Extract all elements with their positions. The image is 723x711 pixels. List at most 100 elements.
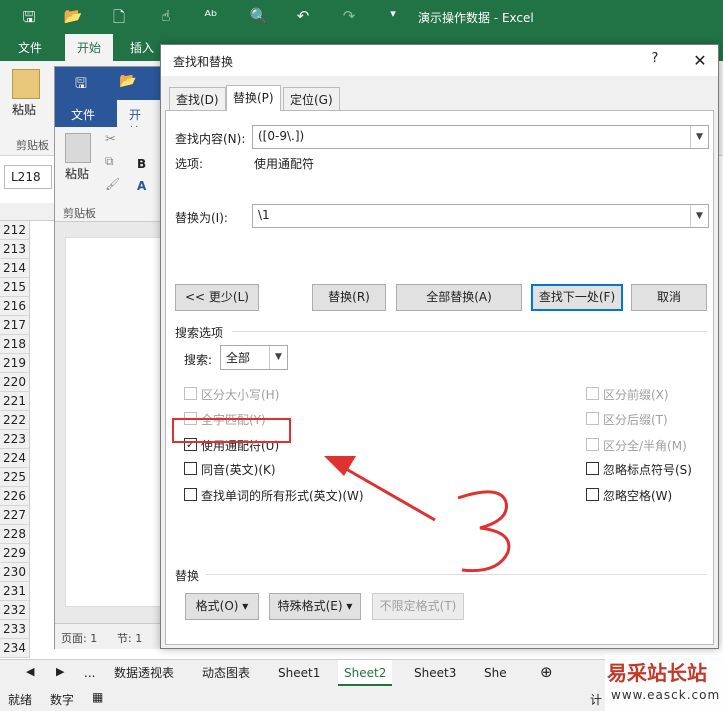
spelling-icon[interactable]: ᴬᵇ bbox=[200, 7, 222, 25]
checkbox[interactable] bbox=[586, 462, 599, 475]
chevron-down-icon[interactable]: ▼ bbox=[269, 346, 287, 369]
row-header[interactable]: 230 bbox=[0, 563, 30, 582]
row-header[interactable]: 224 bbox=[0, 449, 30, 468]
find-what-value: ([0-9\.]) bbox=[258, 129, 305, 143]
macro-record-icon[interactable]: ▦ bbox=[92, 690, 103, 704]
row-header[interactable]: 213 bbox=[0, 240, 30, 259]
word-open-icon[interactable]: 📂 bbox=[119, 73, 136, 89]
replace-button[interactable]: 替换(R) bbox=[312, 284, 386, 311]
checkbox[interactable] bbox=[184, 462, 197, 475]
checkbox[interactable] bbox=[184, 387, 197, 400]
row-header[interactable]: 215 bbox=[0, 278, 30, 297]
row-header[interactable]: 221 bbox=[0, 392, 30, 411]
find-what-input[interactable]: ([0-9\.]) ▼ bbox=[252, 125, 709, 149]
checkbox[interactable] bbox=[586, 438, 599, 451]
sheet-tab[interactable]: 数据透视表 bbox=[108, 660, 180, 686]
word-save-icon[interactable]: 🖫 bbox=[75, 73, 87, 97]
open-folder-icon[interactable]: 📂 bbox=[62, 7, 84, 25]
special-format-button[interactable]: 特殊格式(E) ▾ bbox=[269, 593, 361, 620]
row-header[interactable]: 212 bbox=[0, 221, 30, 240]
word-tab-home[interactable]: 开始 bbox=[117, 100, 163, 139]
row-header[interactable]: 216 bbox=[0, 297, 30, 316]
touch-mode-icon[interactable]: ☝ bbox=[155, 7, 177, 25]
row-header[interactable]: 233 bbox=[0, 620, 30, 639]
row-header[interactable]: 218 bbox=[0, 335, 30, 354]
replace-with-value: \1 bbox=[258, 208, 270, 222]
sheet-tab[interactable]: 动态图表 bbox=[196, 660, 256, 686]
checkbox[interactable] bbox=[586, 412, 599, 425]
redo-icon[interactable]: ↷ bbox=[338, 7, 360, 25]
tab-insert[interactable]: 插入 bbox=[130, 39, 154, 56]
checkbox-label[interactable]: 区分前缀(X) bbox=[603, 386, 669, 403]
row-header[interactable]: 232 bbox=[0, 601, 30, 620]
row-header[interactable]: 217 bbox=[0, 316, 30, 335]
scroll-left-icon[interactable]: ◀ bbox=[26, 665, 34, 678]
sheet-tab[interactable]: Sheet3 bbox=[408, 660, 462, 686]
row-header[interactable]: 222 bbox=[0, 411, 30, 430]
print-preview-icon[interactable]: 🔍 bbox=[248, 7, 270, 25]
close-button[interactable]: ✕ bbox=[688, 51, 712, 70]
replace-with-input[interactable]: \1 ▼ bbox=[252, 204, 709, 228]
tab-goto[interactable]: 定位(G) bbox=[283, 87, 340, 110]
sheet-tab[interactable]: She bbox=[478, 660, 513, 686]
checkbox-label[interactable]: 忽略标点符号(S) bbox=[603, 461, 692, 478]
save-icon[interactable]: 🖫 bbox=[18, 7, 40, 32]
row-header[interactable]: 220 bbox=[0, 373, 30, 392]
checkbox-label[interactable]: 区分后缀(T) bbox=[603, 411, 668, 428]
chevron-down-icon[interactable]: ▼ bbox=[690, 205, 708, 227]
row-header[interactable]: 225 bbox=[0, 468, 30, 487]
cut-icon[interactable]: ✂ bbox=[105, 132, 116, 147]
find-what-label: 查找内容(N): bbox=[175, 132, 246, 146]
checkbox-label[interactable]: 忽略空格(W) bbox=[603, 487, 672, 504]
row-header[interactable]: 226 bbox=[0, 487, 30, 506]
row-header[interactable]: 223 bbox=[0, 430, 30, 449]
bold-icon[interactable]: B bbox=[137, 157, 146, 171]
checkbox[interactable] bbox=[586, 488, 599, 501]
copy-icon[interactable]: ⧉ bbox=[105, 154, 114, 169]
row-header[interactable]: 228 bbox=[0, 525, 30, 544]
chevron-down-icon[interactable]: ▼ bbox=[690, 126, 708, 148]
text-effects-icon[interactable]: A bbox=[137, 179, 146, 193]
customize-qat-icon[interactable]: ▾ bbox=[382, 7, 404, 20]
search-direction-select[interactable]: 全部 ▼ bbox=[220, 345, 288, 370]
word-status-section: 节: 1 bbox=[117, 632, 143, 645]
help-button[interactable]: ? bbox=[643, 51, 667, 66]
sheet-tab[interactable]: ... bbox=[78, 660, 101, 686]
scroll-right-icon[interactable]: ▶ bbox=[56, 665, 64, 678]
find-next-button[interactable]: 查找下一处(F) bbox=[531, 284, 623, 311]
name-box[interactable]: L218 bbox=[4, 165, 52, 189]
word-paste-icon[interactable] bbox=[65, 133, 91, 163]
no-formatting-button[interactable]: 不限定格式(T) bbox=[372, 593, 464, 620]
paste-label[interactable]: 粘贴 bbox=[12, 101, 36, 118]
row-header[interactable]: 234 bbox=[0, 639, 30, 658]
checkbox[interactable] bbox=[184, 488, 197, 501]
add-sheet-icon[interactable]: ⊕ bbox=[540, 663, 553, 681]
tab-find[interactable]: 查找(D) bbox=[169, 87, 226, 110]
sheet-tab[interactable]: Sheet1 bbox=[272, 660, 326, 686]
word-document-page[interactable] bbox=[65, 237, 161, 607]
format-button[interactable]: 格式(O) ▾ bbox=[185, 593, 259, 620]
checkbox[interactable] bbox=[586, 387, 599, 400]
tab-file[interactable]: 文件 bbox=[18, 39, 42, 56]
checkbox-label[interactable]: 同音(英文)(K) bbox=[201, 461, 276, 478]
row-header[interactable]: 214 bbox=[0, 259, 30, 278]
checkbox-label[interactable]: 区分大小写(H) bbox=[201, 386, 279, 403]
row-header[interactable]: 229 bbox=[0, 544, 30, 563]
tab-replace[interactable]: 替换(P) bbox=[226, 85, 281, 111]
undo-icon[interactable]: ↶ bbox=[292, 7, 314, 25]
row-header[interactable]: 227 bbox=[0, 506, 30, 525]
row-header[interactable]: 219 bbox=[0, 354, 30, 373]
row-header[interactable]: 231 bbox=[0, 582, 30, 601]
word-paste-label[interactable]: 粘贴 bbox=[65, 165, 89, 182]
new-file-icon[interactable]: 🗋 bbox=[108, 7, 130, 32]
word-tab-file[interactable]: 文件 bbox=[71, 106, 95, 123]
format-painter-icon[interactable]: 🖌 bbox=[105, 177, 120, 191]
paste-icon[interactable] bbox=[12, 69, 40, 99]
replace-all-button[interactable]: 全部替换(A) bbox=[396, 284, 522, 311]
sheet-tab[interactable]: Sheet2 bbox=[338, 660, 393, 686]
excel-title-bar: 🖫 📂 🗋 ☝ ᴬᵇ 🔍 ↶ ↷ ▾ 演示操作数据 - Excel bbox=[0, 0, 723, 34]
cancel-button[interactable]: 取消 bbox=[631, 284, 707, 311]
tab-home[interactable]: 开始 bbox=[65, 34, 114, 61]
less-button[interactable]: << 更少(L) bbox=[175, 284, 259, 311]
checkbox-label[interactable]: 区分全/半角(M) bbox=[603, 437, 687, 454]
